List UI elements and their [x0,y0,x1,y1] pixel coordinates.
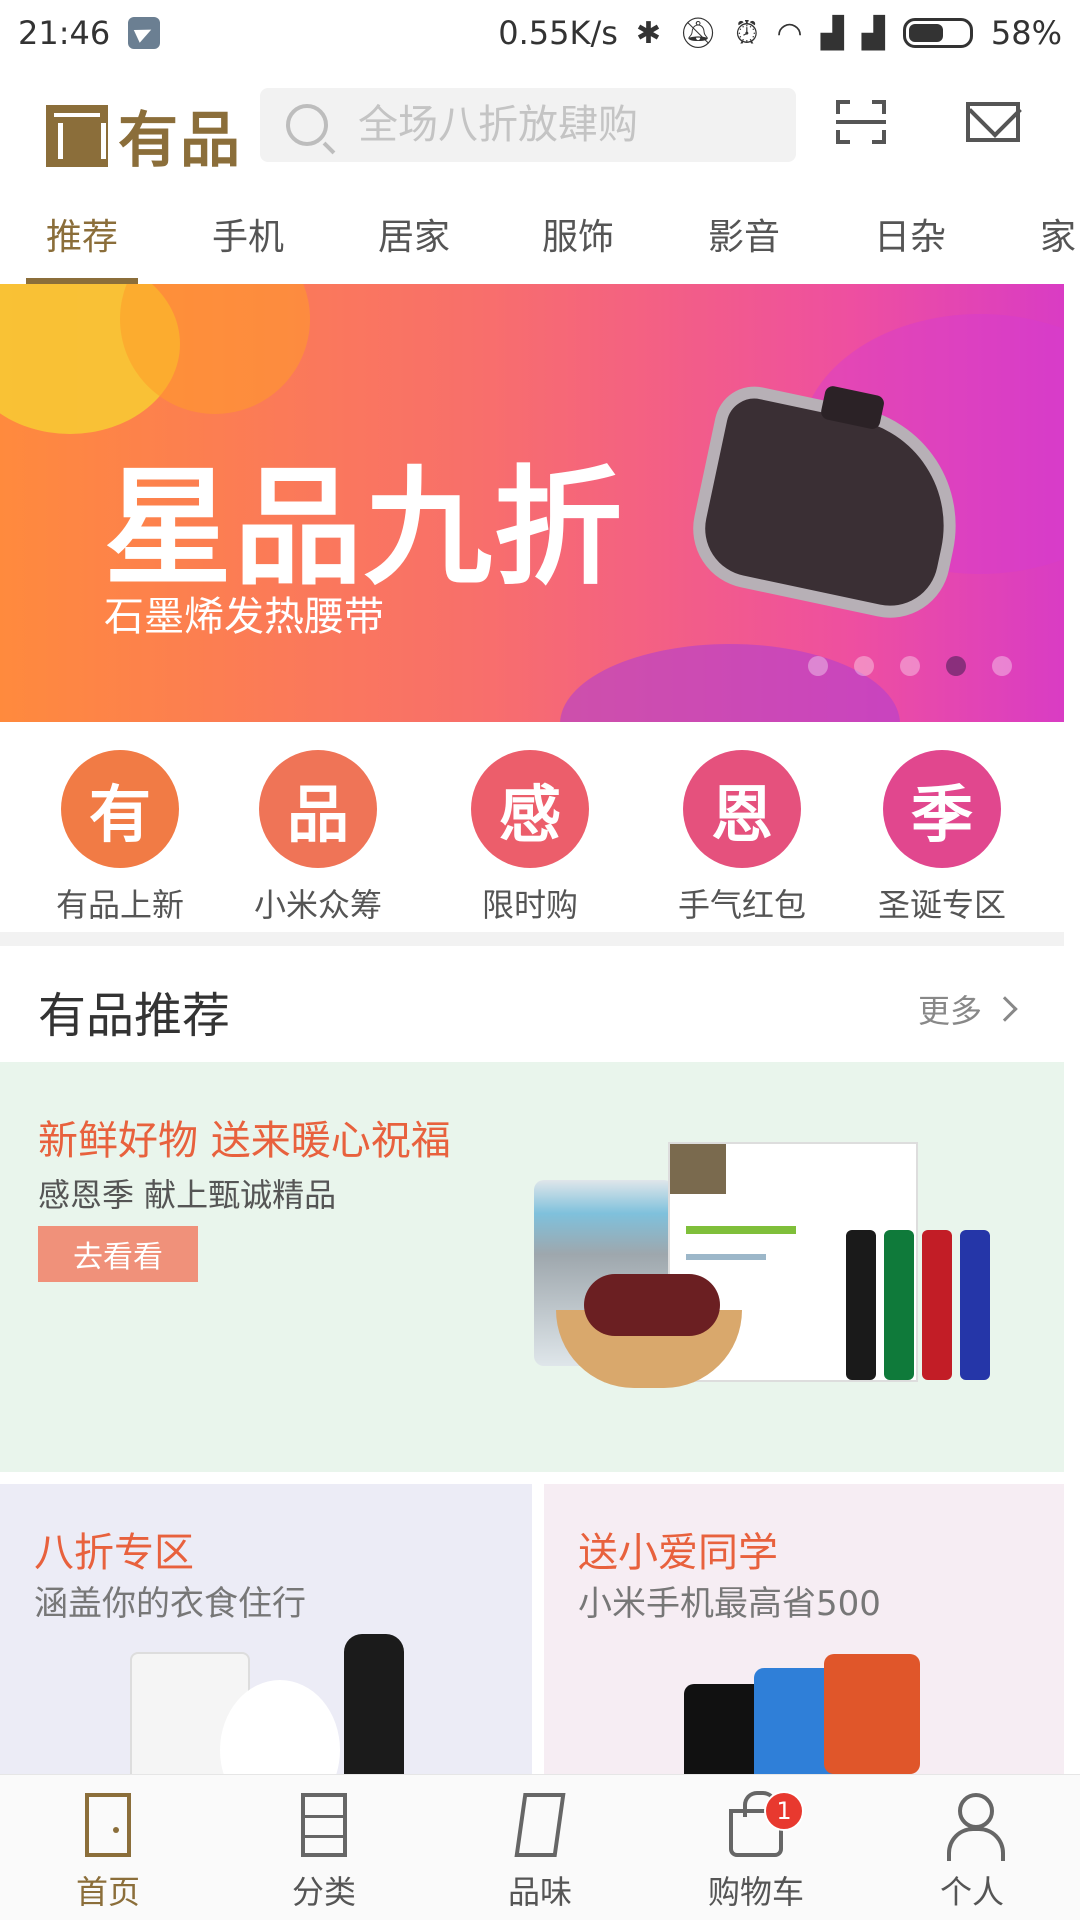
signal-icon: ▟ [820,15,844,51]
door-icon [85,1793,131,1857]
nav-label: 个人 [939,1873,1004,1911]
jerky-pile-image [584,1274,720,1336]
status-bar: 21:46 0.55K/s ✱ 🔕︎ ⏰︎ ◠ ▟ ▟ 58% [0,0,1080,66]
shortcut-label: 小米众筹 [253,886,382,924]
logo-mark-icon [46,104,108,167]
carousel-dot[interactable] [900,656,920,676]
network-speed: 0.55K/s [498,14,618,52]
tab-recommend[interactable]: 推荐 [25,200,139,284]
search-icon [286,104,328,146]
tab-phone[interactable]: 手机 [212,200,284,284]
tab-audio-video[interactable]: 影音 [708,200,780,284]
carousel-dot-active[interactable] [946,656,966,676]
shortcut-red-packet[interactable]: 恩 手气红包 [642,750,842,926]
shortcut-icon: 感 [471,750,589,868]
card-subtitle: 小米手机最高省500 [578,1584,881,1624]
shortcut-icon: 季 [883,750,1001,868]
shortcut-icon: 恩 [683,750,801,868]
search-box[interactable] [260,88,796,162]
carousel-dots [808,656,1012,676]
battery-level [908,24,943,42]
nav-taste[interactable]: 品味 [432,1775,648,1920]
shortcut-icon: 品 [259,750,377,868]
category-tabs: 推荐 手机 居家 服饰 影音 日杂 家 [0,200,1080,284]
section-divider [0,932,1064,946]
shortcut-crowdfunding[interactable]: 品 小米众筹 [218,750,418,926]
tea-tubes-image [846,1230,990,1380]
nav-label: 品味 [507,1873,572,1911]
battery-icon [902,18,973,48]
shortcut-label: 手气红包 [677,886,806,924]
shortcut-flash-sale[interactable]: 感 限时购 [430,750,630,926]
app-header: 有品 [0,66,1080,186]
chevron-right-icon [992,996,1018,1022]
nav-cart[interactable]: 1 购物车 [648,1775,864,1920]
section-title: 有品推荐 [38,988,231,1044]
shortcut-label: 圣诞专区 [877,886,1006,924]
mail-icon[interactable] [966,102,1020,142]
shortcut-label: 限时购 [481,886,578,924]
wine-bottle-image [344,1634,404,1774]
go-see-button[interactable]: 去看看 [38,1226,198,1282]
tab-more[interactable]: 家 [1040,200,1076,284]
carousel-dot[interactable] [992,656,1012,676]
book-icon [514,1793,566,1857]
logo-text: 有品 [118,106,242,176]
nav-profile[interactable]: 个人 [864,1775,1080,1920]
person-icon [947,1793,1005,1861]
bottom-nav: 首页 分类 品味 1 购物车 个人 [0,1774,1080,1920]
nav-label: 首页 [75,1873,140,1911]
shortcut-new-arrivals[interactable]: 有 有品上新 [20,750,220,926]
banner-title: 星品九折 [104,454,625,603]
shortcut-label: 有品上新 [55,886,184,924]
nav-label: 分类 [291,1873,356,1911]
shortcut-icon: 有 [61,750,179,868]
promo-title: 新鲜好物 送来暖心祝福 [38,1118,451,1164]
carousel-dot[interactable] [854,656,874,676]
logo[interactable]: 有品 [46,92,242,179]
promo-subtitle: 感恩季 献上甄诚精品 [38,1176,337,1214]
banner-subtitle: 石墨烯发热腰带 [104,594,384,640]
shortcut-christmas[interactable]: 季 圣诞专区 [842,750,1042,926]
alarm-icon: ⏰︎ [735,15,759,51]
nav-label: 购物车 [707,1873,804,1911]
card-subtitle: 涵盖你的衣食住行 [34,1584,306,1624]
telegram-icon [128,17,161,49]
tab-home[interactable]: 居家 [378,200,450,284]
bluetooth-icon: ✱ [635,15,662,51]
wifi-icon: ◠ [776,15,803,51]
signal-icon: ▟ [861,15,885,51]
cabinet-icon [301,1793,347,1857]
status-time: 21:46 [18,14,111,52]
scan-icon[interactable] [836,100,886,144]
cart-count-badge: 1 [764,1791,804,1831]
xiaoai-card[interactable]: 送小爱同学 小米手机最高省500 [544,1484,1064,1774]
card-title: 八折专区 [34,1530,194,1576]
nav-category[interactable]: 分类 [216,1775,432,1920]
promo-card[interactable]: 新鲜好物 送来暖心祝福 感恩季 献上甄诚精品 去看看 [0,1062,1064,1472]
shortcut-row: 有 有品上新 品 小米众筹 感 限时购 恩 手气红包 季 圣诞专区 [0,722,1064,932]
tab-daily[interactable]: 日杂 [874,200,946,284]
card-title: 送小爱同学 [578,1530,778,1576]
more-label: 更多 [918,992,983,1030]
phone-image [824,1654,920,1774]
tab-apparel[interactable]: 服饰 [542,200,614,284]
battery-percent: 58% [990,14,1062,52]
hero-banner[interactable]: 星品九折 石墨烯发热腰带 [0,284,1064,722]
nav-home[interactable]: 首页 [0,1775,216,1920]
mute-icon: 🔕︎ [679,15,718,51]
more-link[interactable]: 更多 [918,986,1018,1032]
discount-zone-card[interactable]: 八折专区 涵盖你的衣食住行 [0,1484,532,1774]
search-input[interactable] [358,102,758,148]
carousel-dot[interactable] [808,656,828,676]
